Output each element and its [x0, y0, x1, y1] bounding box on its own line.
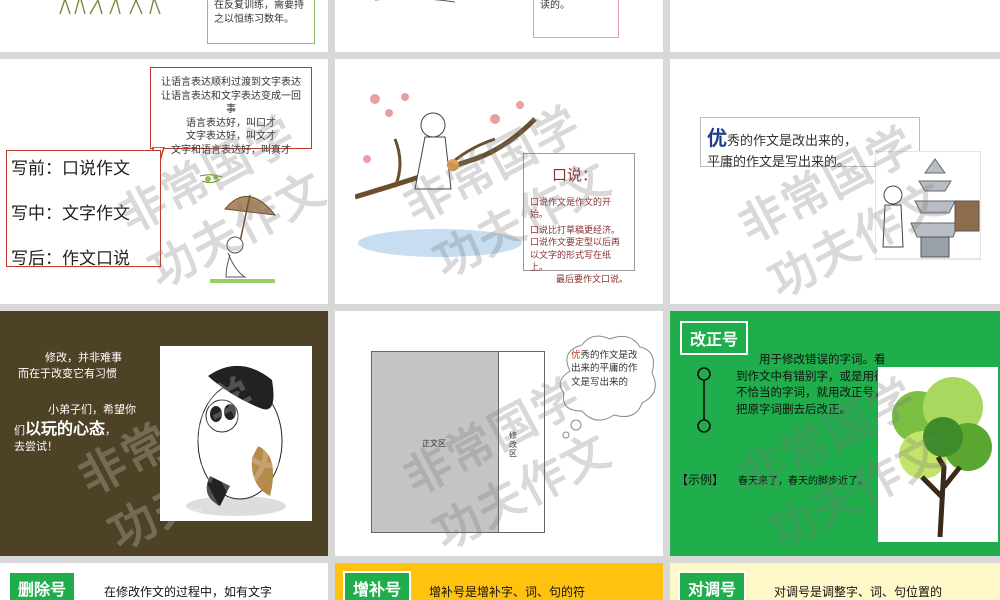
correction-mark-icon: [697, 367, 711, 433]
step-item: 写前：口说作文: [11, 159, 130, 179]
slide-line-suffix: ，: [105, 424, 117, 437]
slide-thumbnail-9[interactable]: 改正号 用于修改错误的字词。看到作文中有错别字，或是用得不恰当的字词，就用改正号…: [670, 311, 1000, 556]
slide-thumbnail-11[interactable]: 增补号 增补号是增补字、词、句的符: [335, 563, 663, 600]
cloud-text: 优秀的作文是改出来的平庸的作文是写出来的: [571, 349, 643, 389]
explanation-text: 在修改作文的过程中，如有文字: [104, 585, 273, 599]
mark-tag: 删除号: [8, 571, 77, 600]
umbrella-figure-illustration: [199, 174, 277, 283]
area-label: 修改区: [509, 431, 517, 458]
slide-line: 去尝试！: [14, 440, 58, 453]
emphasis-text: 以玩的心态: [25, 419, 106, 438]
area-label: 正文区: [422, 439, 446, 448]
step-item: 写后：作文口说: [11, 249, 130, 269]
slide-text-box: 在反复训练，需要持之以恒练习数年。: [207, 0, 315, 44]
slide-thumbnail-12[interactable]: 对调号 对调号是调整字、词、句位置的: [670, 563, 1000, 600]
slide-thumbnail-8[interactable]: 正文区 修改区 优秀的作文是改出来的平庸的作文是写出来的 非常国学 功夫作文: [335, 311, 663, 556]
mark-tag: 对调号: [678, 571, 747, 600]
panda-image-frame: [160, 346, 312, 521]
box-line: 口说作文是作文的开始。: [530, 198, 612, 221]
mark-tag: 增补号: [343, 571, 412, 600]
callout-line: 让语言表达顺利过渡到文字表达: [161, 77, 301, 88]
callout-line: 文字表达好，叫文才: [186, 131, 276, 142]
slide-text-box: 读的。: [533, 0, 619, 38]
slide-thumbnail-10[interactable]: 删除号 在修改作文的过程中，如有文字: [0, 563, 328, 600]
slide-thumbnail-4[interactable]: 让语言表达顺利过渡到文字表达 让语言表达和文字表达变成一回事 语言表达好，叫口才…: [0, 59, 328, 304]
step-item: 写中：文字作文: [11, 204, 130, 224]
panda-illustration: [186, 365, 286, 516]
edit-area: 修改区: [499, 351, 545, 533]
box-line: 口说作文要定型以后再以文字的形式写在纸上。: [530, 238, 621, 273]
tree-image-frame: [878, 367, 998, 542]
callout-line: 让语言表达和文字表达变成一回事: [161, 90, 301, 116]
box-line: 最后要作文口说。: [555, 274, 628, 285]
slide-thumbnail-6[interactable]: 优秀的作文是改出来的， 平庸的作文是写出来的。 非常国学 功夫作文: [670, 59, 1000, 304]
slide-grid: 在反复训练，需要持之以恒练习数年。 读的。 让语言表达顺利过渡到文字表达 让语言…: [0, 0, 1000, 600]
example-label: 【示例】: [676, 473, 725, 487]
box-title: 口说：: [552, 166, 598, 184]
speech-text-box: 口说： 口说作文是作文的开始。 口说比打草稿更经济。 口说作文要定型以后再以文字…: [523, 153, 635, 285]
slide-line: 而在于改变它有习惯: [18, 367, 117, 380]
callout-line: 文字和语言表达好，叫真才: [171, 144, 291, 156]
explanation-text: 对调号是调整字、词、句位置的: [774, 585, 943, 599]
main-text-area: 正文区: [371, 351, 499, 533]
cloud-lead-char: 优: [571, 350, 581, 361]
slide-thumbnail-7[interactable]: 修改，并非难事 而在于改变它有习惯 小弟子们，希望你 们以玩的心态， 去尝试！ …: [0, 311, 328, 556]
tree-illustration: [892, 377, 992, 538]
slide-line: 们以玩的心态，: [14, 415, 116, 439]
lead-char: 优: [707, 126, 727, 150]
explanation-text: 增补号是增补字、词、句的符: [429, 585, 586, 599]
pagoda-illustration: [875, 151, 981, 260]
mark-tag: 改正号: [680, 321, 749, 355]
line-illustration: [375, 0, 456, 3]
slide-line-prefix: 们: [14, 424, 25, 437]
quote-line: 秀的作文是改出来的，: [727, 134, 858, 149]
slide-thumbnail-1[interactable]: 在反复训练，需要持之以恒练习数年。: [0, 0, 328, 52]
explanation-text: 用于修改错误的字词。看到作文中有错别字，或是用得不恰当的字词，就用改正号，把原字…: [736, 352, 886, 417]
example-text: 春天来了，春天的脚步近了。: [738, 476, 868, 487]
slide-thumbnail-3[interactable]: [670, 0, 1000, 52]
callout-line: 语言表达好，叫口才: [186, 117, 276, 129]
grass-illustration: [50, 0, 170, 15]
cloud-body: 秀的作文是改出来的平庸的作文是写出来的: [571, 350, 638, 388]
water-illustration: [358, 229, 522, 257]
slide-line: 修改，并非难事: [45, 351, 122, 364]
box-line: 口说比打草稿更经济。: [530, 226, 621, 237]
slide-thumbnail-5[interactable]: 口说： 口说作文是作文的开始。 口说比打草稿更经济。 口说作文要定型以后再以文字…: [335, 59, 663, 304]
slide-thumbnail-2[interactable]: 读的。: [335, 0, 663, 52]
callout-box: 让语言表达顺利过渡到文字表达 让语言表达和文字表达变成一回事 语言表达好，叫口才…: [150, 67, 312, 156]
